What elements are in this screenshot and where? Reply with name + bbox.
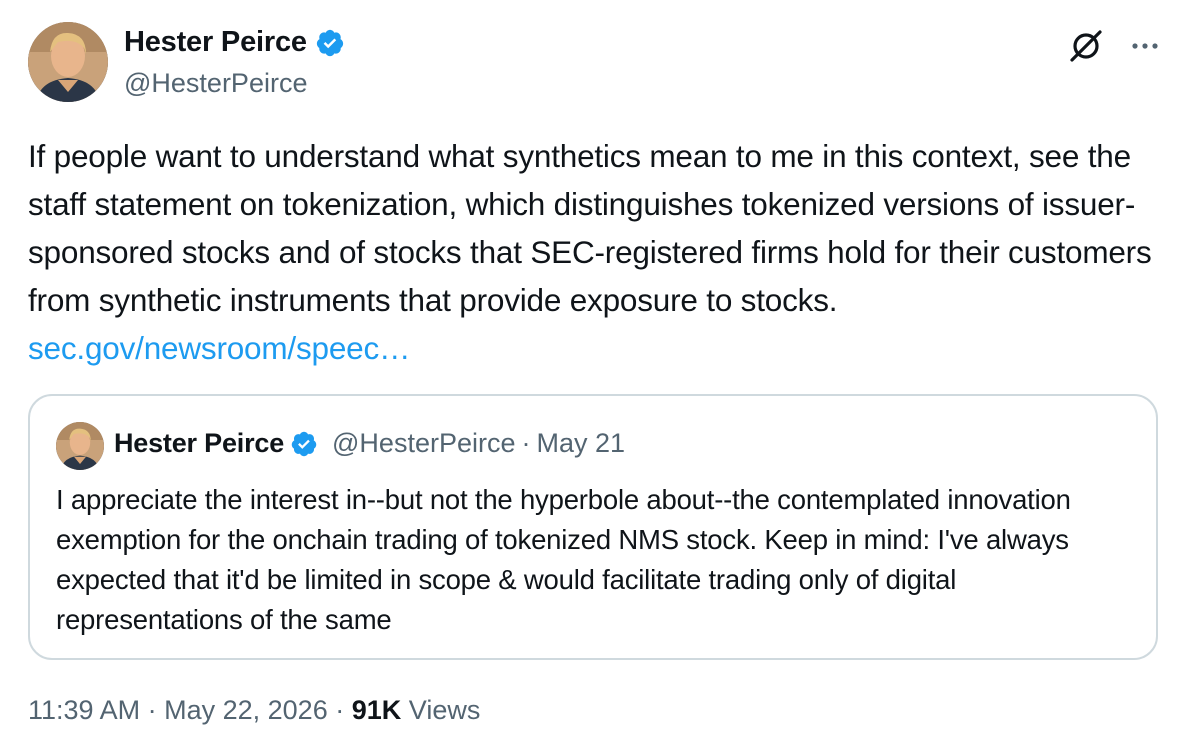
verified-badge-icon[interactable] [315, 28, 345, 58]
quoted-author-name[interactable]: Hester Peirce [114, 428, 284, 459]
quoted-tweet[interactable]: Hester Peirce @HesterPeirce · May 21 I a… [28, 394, 1158, 660]
author-handle[interactable]: @HesterPeirce [124, 68, 307, 99]
quoted-author-avatar[interactable] [56, 422, 104, 470]
author-avatar[interactable] [28, 22, 108, 102]
quoted-author-handle[interactable]: @HesterPeirce [332, 428, 515, 459]
quoted-tweet-text: I appreciate the interest in--but not th… [56, 484, 1071, 635]
footer-separator: · [147, 695, 157, 725]
top-actions [1066, 26, 1162, 66]
quoted-separator: · [521, 428, 531, 458]
tweet-link[interactable]: sec.gov/newsroom/speec… [28, 330, 411, 366]
tweet-date[interactable]: May 22, 2026 [164, 695, 328, 725]
tweet-text: If people want to understand what synthe… [28, 132, 1158, 372]
tweet-footer: 11:39 AM · May 22, 2026 · 91K Views [28, 695, 480, 726]
views-label: Views [408, 695, 481, 725]
tweet: Hester Peirce @HesterPeirce If people wa… [0, 0, 1188, 748]
verified-badge-icon [290, 430, 318, 458]
author-name[interactable]: Hester Peirce [124, 26, 307, 59]
tweet-body: If people want to understand what synthe… [28, 138, 1152, 318]
views-count: 91K [351, 695, 402, 725]
author-name-row[interactable]: Hester Peirce [124, 26, 345, 59]
quoted-header: Hester Peirce @HesterPeirce · May 21 [114, 428, 625, 459]
quoted-date[interactable]: May 21 [536, 428, 625, 459]
tweet-time[interactable]: 11:39 AM [28, 695, 140, 725]
more-options-icon[interactable] [1128, 29, 1162, 63]
footer-separator: · [335, 695, 345, 725]
grok-icon[interactable] [1066, 26, 1106, 66]
